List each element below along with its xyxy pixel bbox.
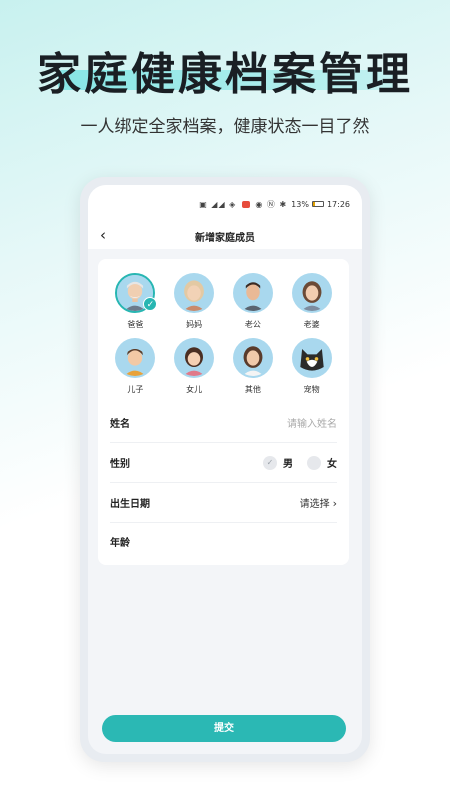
birthdate-value: 请选择	[299, 499, 330, 510]
member-label: 女儿	[186, 385, 203, 394]
member-avatar-grid: ✓ 爸爸 妈妈 老公 老婆 儿子 女儿 其他 宠物	[106, 273, 341, 395]
status-bar: ▣ ◢◢ ◈ ◉ Ⓝ ✱ 13% 17:26	[88, 185, 362, 223]
gender-radio-group: ✓ 男 女	[263, 455, 337, 470]
member-option-wife[interactable]: 老婆	[282, 273, 341, 330]
member-label: 宠物	[303, 385, 320, 394]
submit-button[interactable]: 提交	[102, 715, 346, 742]
selected-check-icon: ✓	[143, 297, 158, 311]
battery-percent: 13%	[291, 199, 309, 209]
husband-avatar-icon	[232, 273, 273, 313]
promo-title: 家庭健康档案管理	[37, 49, 413, 100]
gender-male-option[interactable]: ✓ 男	[263, 455, 293, 470]
pet-cat-avatar-icon	[291, 338, 332, 378]
birthdate-field-row[interactable]: 出生日期 请选择 ›	[110, 483, 337, 523]
wife-avatar-icon	[291, 273, 332, 313]
status-time: 17:26	[326, 199, 350, 209]
back-chevron-icon[interactable]: ‹	[100, 226, 106, 244]
member-option-mother[interactable]: 妈妈	[165, 273, 224, 330]
member-option-other[interactable]: 其他	[224, 338, 283, 395]
page-title: 新增家庭成员	[195, 232, 255, 244]
son-avatar-icon	[115, 338, 156, 378]
gender-label: 性别	[110, 459, 130, 470]
gender-male-label: 男	[283, 459, 293, 470]
record-icon	[241, 200, 250, 208]
birthdate-label: 出生日期	[110, 499, 150, 510]
member-label: 爸爸	[127, 320, 144, 329]
chevron-right-icon: ›	[332, 497, 337, 510]
member-label: 老婆	[303, 320, 320, 329]
member-label: 其他	[244, 385, 261, 394]
nav-bar: ‹ 新增家庭成员	[88, 223, 362, 249]
member-option-son[interactable]: 儿子	[106, 338, 165, 395]
name-label: 姓名	[110, 419, 130, 430]
birthdate-select[interactable]: 请选择 ›	[300, 495, 337, 510]
member-form-card: ✓ 爸爸 妈妈 老公 老婆 儿子 女儿 其他 宠物 姓名 请输入姓名 性别 ✓ …	[98, 259, 349, 565]
member-option-pet[interactable]: 宠物	[282, 338, 341, 395]
phone-screen: ▣ ◢◢ ◈ ◉ Ⓝ ✱ 13% 17:26 ‹ 新增家庭成员 ✓ 爸爸 妈妈 …	[88, 185, 362, 754]
signal-icons: ▣ ◢◢ ◈ ◉ Ⓝ ✱	[199, 199, 288, 209]
age-field-row[interactable]: 年龄	[110, 521, 337, 561]
radio-empty-icon	[307, 455, 321, 470]
radio-check-icon: ✓	[263, 455, 277, 470]
member-option-father[interactable]: ✓ 爸爸	[106, 273, 165, 330]
member-label: 儿子	[127, 385, 144, 394]
age-label: 年龄	[110, 537, 130, 549]
promo-subtitle: 一人绑定全家档案，健康状态一目了然	[80, 117, 370, 137]
gender-female-label: 女	[327, 459, 337, 470]
gender-female-option[interactable]: 女	[307, 455, 337, 470]
gender-field-row: 性别 ✓ 男 女	[110, 443, 337, 483]
other-avatar-icon	[232, 338, 273, 378]
member-label: 老公	[244, 320, 261, 329]
name-field-row[interactable]: 姓名 请输入姓名	[110, 403, 337, 443]
daughter-avatar-icon	[174, 338, 215, 378]
member-option-husband[interactable]: 老公	[224, 273, 283, 330]
mother-avatar-icon	[174, 273, 215, 313]
member-option-daughter[interactable]: 女儿	[165, 338, 224, 395]
member-label: 妈妈	[186, 320, 203, 329]
name-input[interactable]: 请输入姓名	[287, 415, 337, 430]
battery-icon	[311, 201, 324, 207]
